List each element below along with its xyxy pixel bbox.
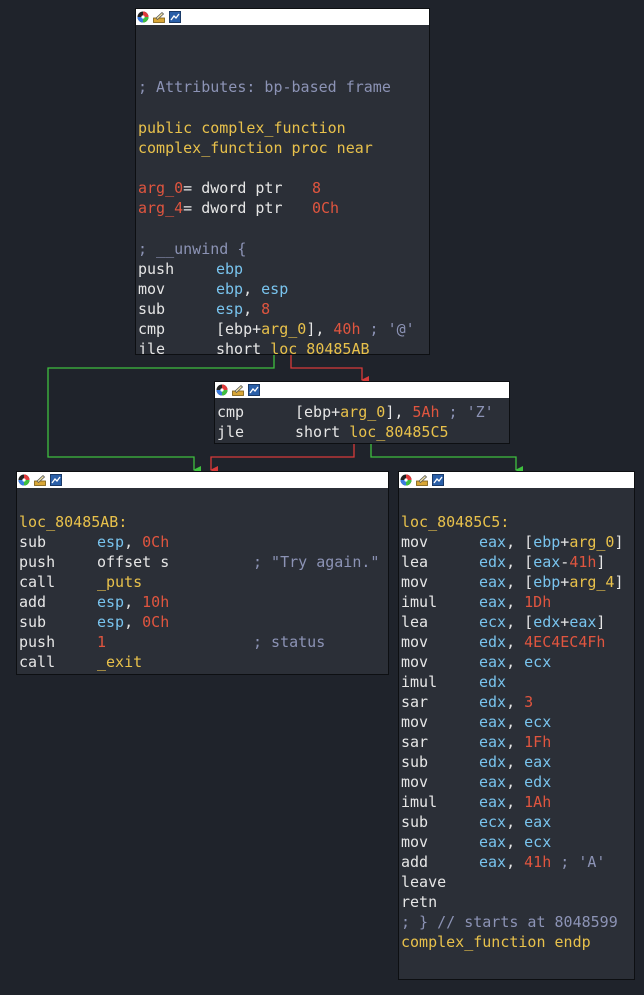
graph-icon[interactable] (248, 384, 260, 396)
graph-node-complex-function-entry[interactable]: ; Attributes: bp-based frame public comp… (135, 8, 430, 355)
unwind-comment: ; __unwind { (138, 240, 247, 258)
instruction-line[interactable]: mov eax, [ebp+arg_0] (401, 532, 633, 552)
instruction-line[interactable]: sub esp, 0Ch (19, 612, 387, 632)
jump-target-link[interactable]: loc_80485C5 (349, 423, 448, 441)
instruction-line[interactable]: retn (401, 892, 633, 912)
edge-false-node2-node3 (210, 444, 355, 474)
graph-icon[interactable] (169, 11, 181, 23)
instruction-line[interactable]: add eax, 41h ; 'A' (401, 852, 633, 872)
node-titlebar[interactable] (215, 382, 509, 398)
proc-declaration: complex_function proc near (138, 139, 373, 157)
arg4-declaration: arg_4= dword ptr 0Ch (138, 199, 340, 217)
color-palette-icon[interactable] (400, 474, 412, 486)
call-target-link[interactable]: _exit (97, 652, 142, 672)
graph-node-cmp-5ah[interactable]: cmp [ebp+arg_0], 5Ah ; 'Z' jle short loc_8… (214, 381, 510, 444)
rename-icon[interactable] (232, 384, 244, 396)
instruction-line[interactable]: lea ecx, [edx+eax] (401, 612, 633, 632)
node-titlebar[interactable] (136, 9, 429, 25)
call-target-link[interactable]: _puts (97, 572, 142, 592)
instruction-line[interactable]: jle short loc_80485AB (138, 339, 428, 354)
instruction-line[interactable]: add esp, 10h (19, 592, 387, 612)
rename-icon[interactable] (416, 474, 428, 486)
instruction-line[interactable]: sub ecx, eax (401, 812, 633, 832)
instruction-line[interactable]: mov edx, 4EC4EC4Fh (401, 632, 633, 652)
location-label[interactable]: loc_80485C5: (401, 512, 509, 532)
color-palette-icon[interactable] (216, 384, 228, 396)
graph-icon[interactable] (432, 474, 444, 486)
instruction-line[interactable]: push ebp (138, 259, 428, 279)
rename-icon[interactable] (153, 11, 165, 23)
instruction-line[interactable]: push 1; status (19, 632, 387, 652)
node-titlebar[interactable] (399, 472, 634, 488)
jump-target-link[interactable]: loc_80485AB (270, 340, 369, 354)
instruction-line[interactable]: mov eax, [ebp+arg_4] (401, 572, 633, 592)
instruction-line[interactable]: call _puts (19, 572, 387, 592)
instruction-line[interactable]: lea edx, [eax-41h] (401, 552, 633, 572)
instruction-line[interactable]: mov eax, ecx (401, 652, 633, 672)
instruction-line[interactable]: mov eax, ecx (401, 712, 633, 732)
instruction-line[interactable]: imul eax, 1Ah (401, 792, 633, 812)
instruction-line[interactable]: leave (401, 872, 633, 892)
attributes-comment: ; Attributes: bp-based frame (138, 78, 391, 96)
node-titlebar[interactable] (17, 472, 388, 488)
instruction-line[interactable]: jle short loc_80485C5 (217, 422, 507, 442)
public-declaration: public complex_function (138, 119, 346, 137)
endp-declaration: complex_function endp (401, 933, 591, 951)
instruction-line[interactable]: imul eax, 1Dh (401, 592, 633, 612)
instruction-line[interactable]: cmp [ebp+arg_0], 5Ah ; 'Z' (217, 402, 507, 422)
graph-icon[interactable] (50, 474, 62, 486)
graph-node-loc-80485ab[interactable]: loc_80485AB: sub esp, 0Ch push offset s; "… (16, 471, 389, 675)
instruction-line[interactable]: mov eax, edx (401, 772, 633, 792)
instruction-line[interactable]: sar edx, 3 (401, 692, 633, 712)
end-comment: ; } // starts at 8048599 (401, 913, 618, 931)
instruction-line[interactable]: push offset s; "Try again." (19, 552, 387, 572)
instruction-line[interactable]: mov eax, ecx (401, 832, 633, 852)
instruction-line[interactable]: sub edx, eax (401, 752, 633, 772)
edge-true-node2-node4 (370, 444, 523, 474)
instruction-line[interactable]: imul edx (401, 672, 633, 692)
instruction-line[interactable]: sub esp, 8 (138, 299, 428, 319)
instruction-line[interactable]: mov ebp, esp (138, 279, 428, 299)
edge-false-node1-node2 (290, 355, 369, 384)
location-label[interactable]: loc_80485AB: (19, 512, 127, 532)
instruction-line[interactable]: call _exit (19, 652, 387, 672)
instruction-line[interactable]: cmp [ebp+arg_0], 40h ; '@' (138, 319, 428, 339)
color-palette-icon[interactable] (18, 474, 30, 486)
color-palette-icon[interactable] (137, 11, 149, 23)
rename-icon[interactable] (34, 474, 46, 486)
instruction-line[interactable]: sar eax, 1Fh (401, 732, 633, 752)
arg0-declaration: arg_0= dword ptr 8 (138, 179, 322, 197)
instruction-line[interactable]: sub esp, 0Ch (19, 532, 387, 552)
graph-node-loc-80485c5[interactable]: loc_80485C5: mov eax, [ebp+arg_0] lea edx, … (398, 471, 635, 980)
